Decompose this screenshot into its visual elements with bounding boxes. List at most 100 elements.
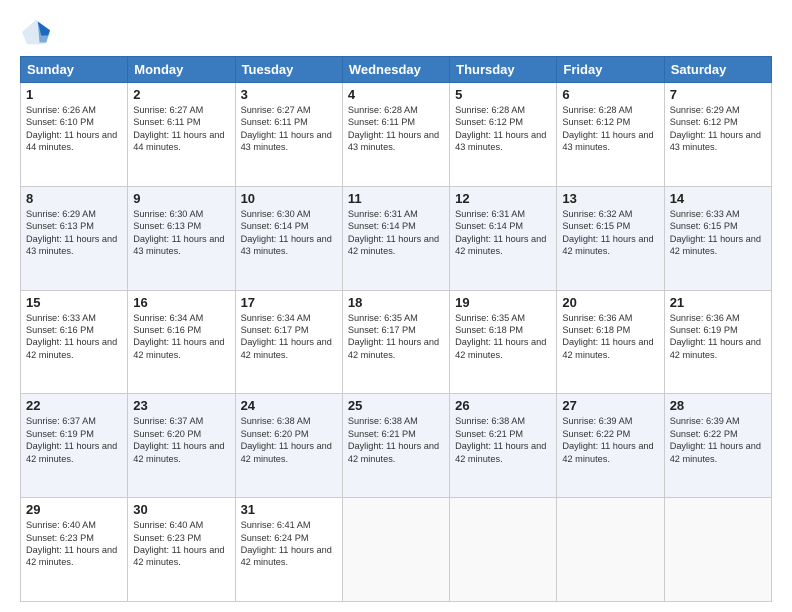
- day-info: Sunrise: 6:26 AMSunset: 6:10 PMDaylight:…: [26, 104, 122, 154]
- calendar-cell: 18 Sunrise: 6:35 AMSunset: 6:17 PMDayligh…: [342, 290, 449, 394]
- header-monday: Monday: [128, 57, 235, 83]
- day-info: Sunrise: 6:35 AMSunset: 6:17 PMDaylight:…: [348, 312, 444, 362]
- day-number: 23: [133, 398, 229, 413]
- calendar-cell: 10Sunrise: 6:30 AMSunset: 6:14 PMDayligh…: [235, 186, 342, 290]
- calendar-cell: [664, 498, 771, 602]
- header-wednesday: Wednesday: [342, 57, 449, 83]
- day-number: 22: [26, 398, 122, 413]
- calendar-cell: 2 Sunrise: 6:27 AMSunset: 6:11 PMDaylight…: [128, 83, 235, 187]
- day-number: 3: [241, 87, 337, 102]
- page: SundayMondayTuesdayWednesdayThursdayFrid…: [0, 0, 792, 612]
- day-number: 15: [26, 295, 122, 310]
- calendar-cell: 11 Sunrise: 6:31 AMSunset: 6:14 PMDayligh…: [342, 186, 449, 290]
- day-info: Sunrise: 6:33 AMSunset: 6:15 PMDaylight:…: [670, 208, 766, 258]
- day-number: 28: [670, 398, 766, 413]
- day-number: 11: [348, 191, 444, 206]
- day-number: 8: [26, 191, 122, 206]
- calendar-week-1: 1Sunrise: 6:26 AMSunset: 6:10 PMDaylight…: [21, 83, 772, 187]
- day-info: Sunrise: 6:32 AMSunset: 6:15 PMDaylight:…: [562, 208, 658, 258]
- calendar-cell: 22 Sunrise: 6:37 AMSunset: 6:19 PMDayligh…: [21, 394, 128, 498]
- day-info: Sunrise: 6:31 AMSunset: 6:14 PMDaylight:…: [455, 208, 551, 258]
- day-number: 19: [455, 295, 551, 310]
- calendar-cell: 13 Sunrise: 6:32 AMSunset: 6:15 PMDayligh…: [557, 186, 664, 290]
- day-info: Sunrise: 6:30 AMSunset: 6:14 PMDaylight:…: [241, 208, 337, 258]
- day-info: Sunrise: 6:40 AMSunset: 6:23 PMDaylight:…: [26, 519, 122, 569]
- calendar-week-2: 8 Sunrise: 6:29 AMSunset: 6:13 PMDaylight…: [21, 186, 772, 290]
- calendar-cell: [342, 498, 449, 602]
- day-info: Sunrise: 6:40 AMSunset: 6:23 PMDaylight:…: [133, 519, 229, 569]
- day-info: Sunrise: 6:41 AMSunset: 6:24 PMDaylight:…: [241, 519, 337, 569]
- day-info: Sunrise: 6:28 AMSunset: 6:12 PMDaylight:…: [562, 104, 658, 154]
- day-number: 2: [133, 87, 229, 102]
- calendar-cell: 7 Sunrise: 6:29 AMSunset: 6:12 PMDaylight…: [664, 83, 771, 187]
- calendar-cell: 12 Sunrise: 6:31 AMSunset: 6:14 PMDayligh…: [450, 186, 557, 290]
- day-number: 9: [133, 191, 229, 206]
- day-number: 26: [455, 398, 551, 413]
- day-number: 14: [670, 191, 766, 206]
- day-info: Sunrise: 6:34 AMSunset: 6:17 PMDaylight:…: [241, 312, 337, 362]
- header: [20, 18, 772, 46]
- calendar-cell: 21 Sunrise: 6:36 AMSunset: 6:19 PMDayligh…: [664, 290, 771, 394]
- calendar-week-3: 15Sunrise: 6:33 AMSunset: 6:16 PMDayligh…: [21, 290, 772, 394]
- day-info: Sunrise: 6:38 AMSunset: 6:20 PMDaylight:…: [241, 415, 337, 465]
- day-number: 13: [562, 191, 658, 206]
- calendar-cell: 3 Sunrise: 6:27 AMSunset: 6:11 PMDaylight…: [235, 83, 342, 187]
- day-info: Sunrise: 6:37 AMSunset: 6:19 PMDaylight:…: [26, 415, 122, 465]
- day-info: Sunrise: 6:34 AMSunset: 6:16 PMDaylight:…: [133, 312, 229, 362]
- calendar-cell: 14 Sunrise: 6:33 AMSunset: 6:15 PMDayligh…: [664, 186, 771, 290]
- header-saturday: Saturday: [664, 57, 771, 83]
- calendar-cell: 15Sunrise: 6:33 AMSunset: 6:16 PMDayligh…: [21, 290, 128, 394]
- header-sunday: Sunday: [21, 57, 128, 83]
- calendar-cell: 9 Sunrise: 6:30 AMSunset: 6:13 PMDaylight…: [128, 186, 235, 290]
- day-info: Sunrise: 6:27 AMSunset: 6:11 PMDaylight:…: [241, 104, 337, 154]
- day-info: Sunrise: 6:27 AMSunset: 6:11 PMDaylight:…: [133, 104, 229, 154]
- day-number: 17: [241, 295, 337, 310]
- day-info: Sunrise: 6:38 AMSunset: 6:21 PMDaylight:…: [348, 415, 444, 465]
- day-number: 4: [348, 87, 444, 102]
- calendar-cell: 23Sunrise: 6:37 AMSunset: 6:20 PMDayligh…: [128, 394, 235, 498]
- calendar-week-5: 29 Sunrise: 6:40 AMSunset: 6:23 PMDayligh…: [21, 498, 772, 602]
- day-number: 24: [241, 398, 337, 413]
- day-number: 16: [133, 295, 229, 310]
- calendar-cell: 8 Sunrise: 6:29 AMSunset: 6:13 PMDaylight…: [21, 186, 128, 290]
- calendar-cell: [557, 498, 664, 602]
- header-thursday: Thursday: [450, 57, 557, 83]
- day-number: 30: [133, 502, 229, 517]
- day-number: 18: [348, 295, 444, 310]
- day-number: 25: [348, 398, 444, 413]
- calendar-cell: 4Sunrise: 6:28 AMSunset: 6:11 PMDaylight…: [342, 83, 449, 187]
- calendar-cell: 25 Sunrise: 6:38 AMSunset: 6:21 PMDayligh…: [342, 394, 449, 498]
- calendar-cell: 6Sunrise: 6:28 AMSunset: 6:12 PMDaylight…: [557, 83, 664, 187]
- header-tuesday: Tuesday: [235, 57, 342, 83]
- day-number: 27: [562, 398, 658, 413]
- day-info: Sunrise: 6:30 AMSunset: 6:13 PMDaylight:…: [133, 208, 229, 258]
- day-number: 12: [455, 191, 551, 206]
- day-number: 7: [670, 87, 766, 102]
- calendar-cell: 20Sunrise: 6:36 AMSunset: 6:18 PMDayligh…: [557, 290, 664, 394]
- calendar-week-4: 22 Sunrise: 6:37 AMSunset: 6:19 PMDayligh…: [21, 394, 772, 498]
- logo-icon: [20, 18, 52, 46]
- day-info: Sunrise: 6:29 AMSunset: 6:12 PMDaylight:…: [670, 104, 766, 154]
- calendar-cell: 16 Sunrise: 6:34 AMSunset: 6:16 PMDayligh…: [128, 290, 235, 394]
- day-info: Sunrise: 6:39 AMSunset: 6:22 PMDaylight:…: [562, 415, 658, 465]
- calendar-cell: 19 Sunrise: 6:35 AMSunset: 6:18 PMDayligh…: [450, 290, 557, 394]
- calendar-table: SundayMondayTuesdayWednesdayThursdayFrid…: [20, 56, 772, 602]
- calendar-cell: 29 Sunrise: 6:40 AMSunset: 6:23 PMDayligh…: [21, 498, 128, 602]
- day-number: 5: [455, 87, 551, 102]
- calendar-cell: 17 Sunrise: 6:34 AMSunset: 6:17 PMDayligh…: [235, 290, 342, 394]
- calendar-cell: 24 Sunrise: 6:38 AMSunset: 6:20 PMDayligh…: [235, 394, 342, 498]
- day-info: Sunrise: 6:39 AMSunset: 6:22 PMDaylight:…: [670, 415, 766, 465]
- header-friday: Friday: [557, 57, 664, 83]
- calendar-cell: 27 Sunrise: 6:39 AMSunset: 6:22 PMDayligh…: [557, 394, 664, 498]
- day-info: Sunrise: 6:29 AMSunset: 6:13 PMDaylight:…: [26, 208, 122, 258]
- day-info: Sunrise: 6:36 AMSunset: 6:19 PMDaylight:…: [670, 312, 766, 362]
- day-info: Sunrise: 6:28 AMSunset: 6:12 PMDaylight:…: [455, 104, 551, 154]
- calendar-cell: 1Sunrise: 6:26 AMSunset: 6:10 PMDaylight…: [21, 83, 128, 187]
- calendar-header-row: SundayMondayTuesdayWednesdayThursdayFrid…: [21, 57, 772, 83]
- day-number: 21: [670, 295, 766, 310]
- day-info: Sunrise: 6:31 AMSunset: 6:14 PMDaylight:…: [348, 208, 444, 258]
- day-info: Sunrise: 6:35 AMSunset: 6:18 PMDaylight:…: [455, 312, 551, 362]
- day-number: 29: [26, 502, 122, 517]
- calendar-cell: 5 Sunrise: 6:28 AMSunset: 6:12 PMDaylight…: [450, 83, 557, 187]
- day-number: 31: [241, 502, 337, 517]
